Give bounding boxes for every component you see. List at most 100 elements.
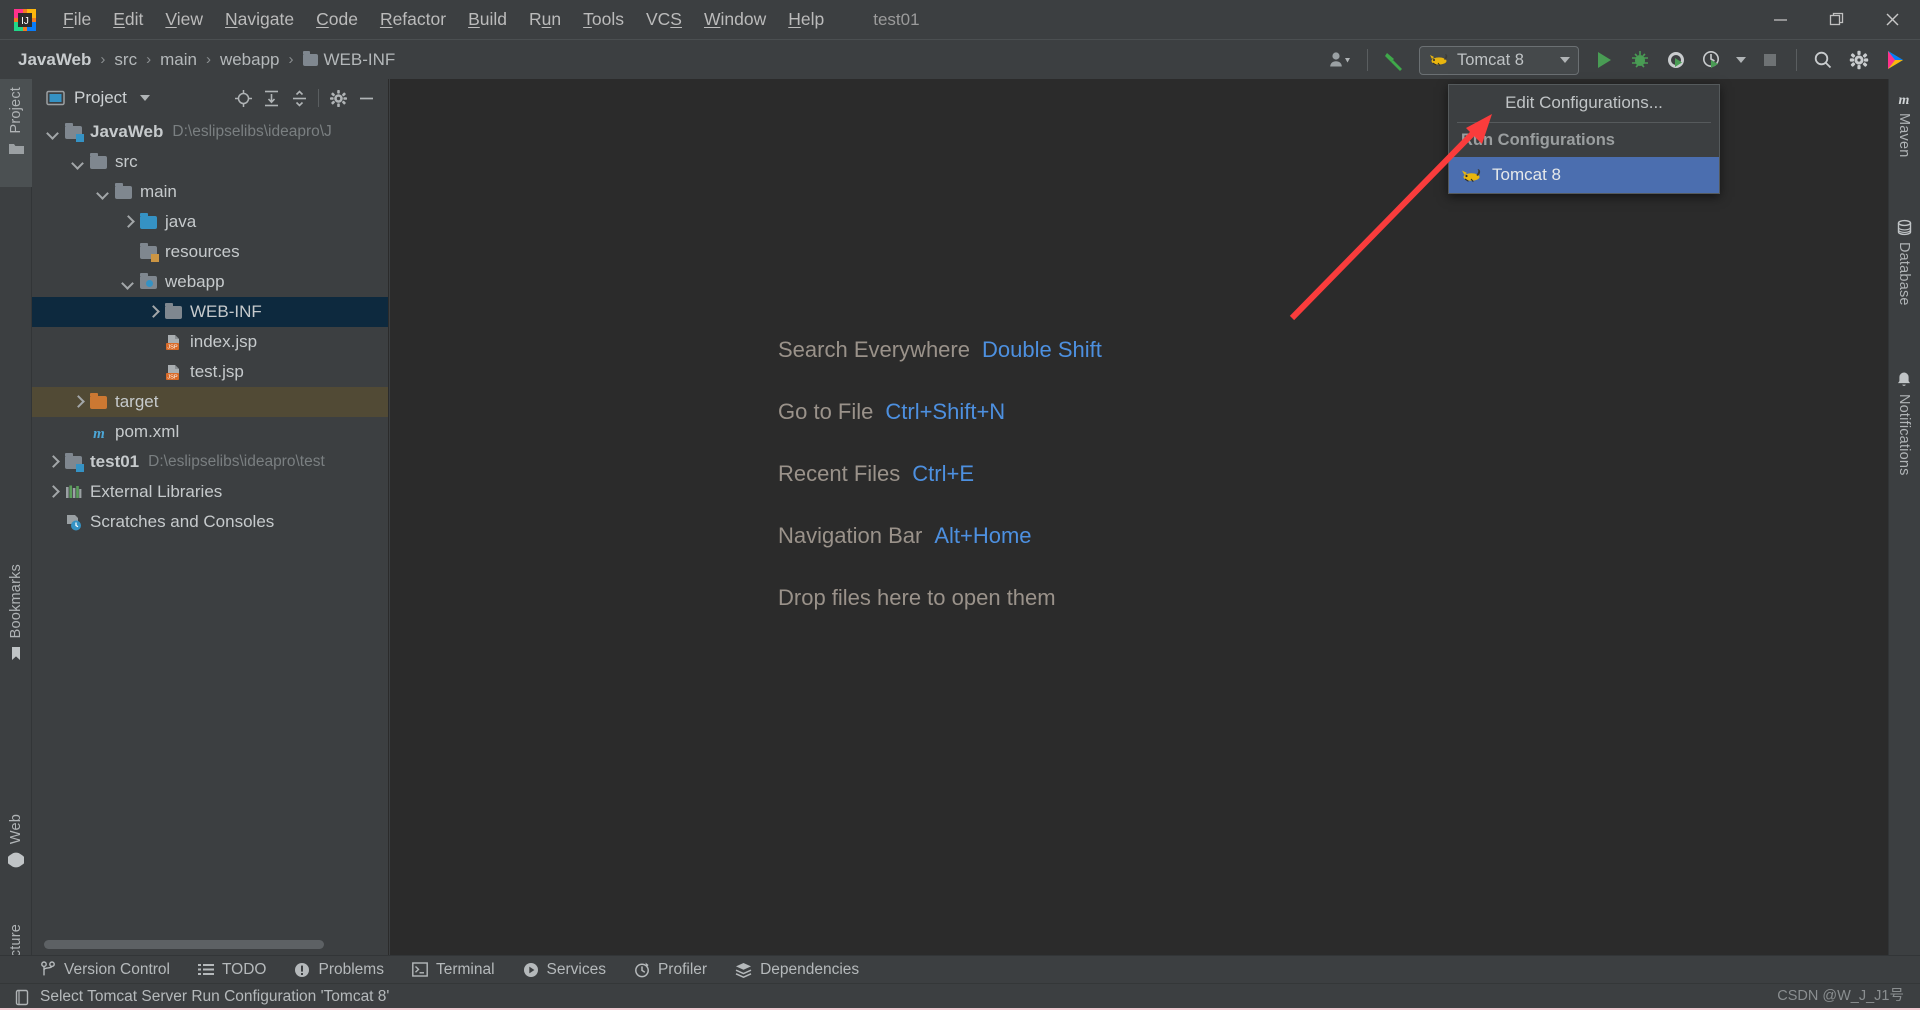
bottom-tab-services[interactable]: Services (523, 961, 606, 979)
chevron-down-icon[interactable] (96, 186, 109, 199)
tree-row-main[interactable]: main (32, 177, 388, 207)
menu-item-run[interactable]: Run (518, 7, 572, 32)
menu-item-navigate[interactable]: Navigate (214, 7, 305, 32)
menu-item-file[interactable]: File (52, 7, 102, 32)
run-with-coverage-icon[interactable] (1659, 45, 1693, 75)
tree-node-label: java (165, 212, 197, 231)
collapse-all-icon[interactable] (285, 85, 313, 111)
sidebar-item-project[interactable]: Project (0, 79, 32, 187)
tree-row-external-libraries[interactable]: External Libraries (32, 477, 388, 507)
terminal-icon (412, 962, 428, 977)
scratches-icon (65, 514, 83, 531)
tree-row-test01[interactable]: test01 D:\eslipselibs\ideapro\test (32, 447, 388, 477)
chevron-down-icon[interactable] (121, 276, 134, 289)
bottom-tab-terminal[interactable]: Terminal (412, 961, 495, 979)
bottom-tab-dependencies[interactable]: Dependencies (735, 961, 859, 979)
bookmark-icon (9, 646, 23, 662)
bottom-tab-label: Services (546, 960, 606, 978)
menu-item-window[interactable]: Window (693, 7, 777, 32)
svg-text:JSP: JSP (167, 344, 178, 350)
bottom-tab-todo[interactable]: TODO (197, 961, 266, 979)
profiler-dropdown-icon[interactable] (1731, 45, 1751, 75)
tree-row-src[interactable]: src (32, 147, 388, 177)
tree-row-pom-xml[interactable]: m pom.xml (32, 417, 388, 447)
menu-item-view[interactable]: View (154, 7, 214, 32)
chevron-right-icon[interactable] (46, 486, 59, 499)
locate-target-icon[interactable] (229, 85, 257, 111)
close-icon[interactable] (1864, 0, 1920, 39)
tree-row-webapp[interactable]: webapp (32, 267, 388, 297)
chevron-right-icon[interactable] (71, 396, 84, 409)
menu-item-build[interactable]: Build (457, 7, 518, 32)
chevron-down-icon[interactable] (1560, 57, 1570, 63)
menu-item-help[interactable]: Help (777, 7, 835, 32)
chevron-right-icon[interactable] (146, 306, 159, 319)
tree-row-target[interactable]: target (32, 387, 388, 417)
excluded-folder-icon (90, 392, 108, 411)
breadcrumb-item-webapp[interactable]: webapp (216, 48, 284, 72)
debug-icon[interactable] (1623, 45, 1657, 75)
tree-node-label: Scratches and Consoles (90, 512, 275, 531)
settings-gear-icon[interactable] (1842, 45, 1876, 75)
build-hammer-icon[interactable] (1377, 45, 1411, 75)
breadcrumb-item-javaweb[interactable]: JavaWeb (14, 48, 95, 72)
watermark-text: CSDN @W_J_J1号 (1777, 988, 1904, 1004)
editor-hint-row: Search Everywhere Double Shift (778, 337, 1102, 363)
run-configuration-popup[interactable]: Edit Configurations... Run Configuration… (1448, 84, 1720, 194)
restore-icon[interactable] (1808, 0, 1864, 39)
right-tool-window-strip: m Maven Database Notifications (1888, 79, 1920, 955)
editor-empty-area[interactable]: Search Everywhere Double Shift Go to File C… (390, 79, 1888, 955)
bottom-tab-version-control[interactable]: Version Control (40, 961, 170, 979)
right-strip-label-notifications: Notifications (1896, 394, 1912, 476)
menu-item-code[interactable]: Code (305, 7, 369, 32)
chevron-right-icon[interactable] (46, 456, 59, 469)
sidebar-item-notifications[interactable]: Notifications (1888, 371, 1920, 531)
breadcrumb-item-main[interactable]: main (156, 48, 201, 72)
tree-row-javaweb[interactable]: JavaWeb D:\eslipselibs\ideapro\J (32, 117, 388, 147)
run-icon[interactable] (1587, 45, 1621, 75)
editor-hint-row: Drop files here to open them (778, 585, 1102, 611)
bottom-tool-window-bar: Version Control TODO Problems Terminal Servi… (0, 955, 1920, 983)
tree-row-test-jsp[interactable]: JSP test.jsp (32, 357, 388, 387)
breadcrumb-item-web-inf[interactable]: WEB-INF (299, 48, 400, 72)
chevron-down-icon[interactable] (131, 85, 159, 111)
bottom-tab-profiler[interactable]: Profiler (634, 961, 707, 979)
stop-icon[interactable] (1753, 45, 1787, 75)
tree-arrow-placeholder (146, 366, 159, 379)
chevron-right-icon[interactable] (121, 216, 134, 229)
menu-item-vcs[interactable]: VCS (635, 7, 693, 32)
menu-item-refactor[interactable]: Refactor (369, 7, 457, 32)
bottom-tab-problems[interactable]: Problems (294, 960, 384, 979)
sidebar-item-web[interactable]: Web (0, 814, 32, 892)
tree-row-java[interactable]: java (32, 207, 388, 237)
status-bar: Select Tomcat Server Run Configuration '… (0, 983, 1920, 1010)
tree-row-resources[interactable]: resources (32, 237, 388, 267)
settings-gear-icon[interactable] (324, 85, 352, 111)
user-icon[interactable] (1324, 45, 1358, 75)
popup-edit-configurations[interactable]: Edit Configurations... (1449, 85, 1719, 121)
project-horizontal-scrollbar[interactable] (44, 940, 324, 949)
search-icon[interactable] (1806, 45, 1840, 75)
sidebar-item-database[interactable]: Database (1888, 219, 1920, 349)
project-folder-icon (46, 90, 65, 106)
tree-row-web-inf[interactable]: WEB-INF (32, 297, 388, 327)
chevron-down-icon[interactable] (46, 126, 59, 139)
sidebar-item-maven[interactable]: m Maven (1888, 91, 1920, 199)
run-configuration-selector[interactable]: Tomcat 8 (1419, 45, 1579, 75)
sidebar-item-bookmarks[interactable]: Bookmarks (0, 564, 32, 694)
editor-hint-shortcut: Ctrl+E (912, 461, 975, 486)
tree-row-scratches-and-consoles[interactable]: Scratches and Consoles (32, 507, 388, 537)
breadcrumb-item-src[interactable]: src (110, 48, 141, 72)
bottom-tab-label: Problems (318, 960, 384, 978)
ide-logo-icon[interactable] (1878, 45, 1912, 75)
menu-item-edit[interactable]: Edit (102, 7, 154, 32)
expand-all-icon[interactable] (257, 85, 285, 111)
profiler-icon[interactable] (1695, 45, 1729, 75)
chevron-down-icon[interactable] (71, 156, 84, 169)
popup-item-tomcat-8[interactable]: Tomcat 8 (1449, 157, 1719, 193)
menu-item-tools[interactable]: Tools (572, 7, 635, 32)
hide-minus-icon[interactable] (352, 85, 380, 111)
minimize-icon[interactable] (1752, 0, 1808, 39)
tree-row-index-jsp[interactable]: JSP index.jsp (32, 327, 388, 357)
project-tree[interactable]: JavaWeb D:\eslipselibs\ideapro\J src main ja… (32, 117, 388, 933)
